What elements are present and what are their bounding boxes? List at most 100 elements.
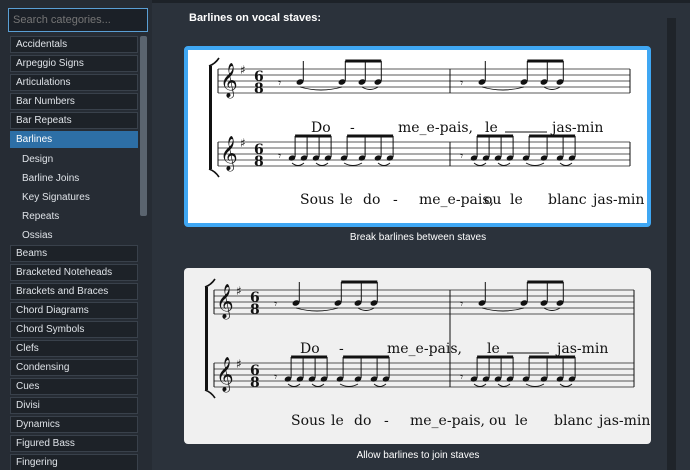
- tie: [481, 86, 525, 91]
- time-signature-denominator: 8: [250, 375, 260, 391]
- treble-clef-icon: 𝄞: [220, 63, 238, 99]
- eighth-rest-icon: 𝄾: [460, 76, 463, 90]
- lyric-syllable: le: [340, 192, 353, 208]
- category-arpeggio-signs[interactable]: Arpeggio Signs: [10, 55, 138, 72]
- lyric-syllable: Sous: [300, 192, 334, 208]
- bracket: [209, 66, 212, 169]
- main-scrollbar-track[interactable]: [667, 18, 676, 470]
- category-articulations[interactable]: Articulations: [10, 74, 138, 91]
- option-break-barlines[interactable]: 𝄞 ♯ 6 8 𝄾 𝄾 𝄞 ♯ 6 8 𝄾 𝄾 Do - me_e-pais, le jas-min Sous le…: [184, 46, 651, 227]
- search-categories-input[interactable]: [8, 8, 148, 32]
- lyric-syllable: me_e-pais,: [419, 192, 494, 208]
- category-cues[interactable]: Cues: [10, 378, 138, 395]
- time-signature-denominator: 8: [250, 302, 260, 318]
- tie: [481, 307, 525, 312]
- option-caption-join-barlines: Allow barlines to join staves: [356, 450, 480, 461]
- lyric-syllable: le: [331, 413, 344, 429]
- category-bracketed-noteheads[interactable]: Bracketed Noteheads: [10, 264, 138, 281]
- category-beams[interactable]: Beams: [10, 245, 138, 262]
- category-accidentals[interactable]: Accidentals: [10, 36, 138, 53]
- slur: [473, 383, 487, 387]
- option-allow-barlines-join[interactable]: 𝄞 ♯ 6 8 𝄾 𝄾 𝄞 ♯ 6 8 𝄾 𝄾 Do - me_e-pais, le jas-min Sous le…: [184, 268, 651, 444]
- lyric-syllable: -: [350, 120, 355, 136]
- slur: [497, 383, 511, 387]
- key-signature-sharp-icon: ♯: [240, 136, 246, 150]
- slur: [311, 383, 325, 387]
- slur: [343, 162, 363, 166]
- option-caption-break-barlines: Break barlines between staves: [349, 232, 487, 243]
- subcategory-ossias[interactable]: Ossias: [10, 226, 138, 245]
- category-divisi[interactable]: Divisi: [10, 397, 138, 414]
- lyric-syllable: -: [384, 413, 389, 429]
- category-chord-diagrams[interactable]: Chord Diagrams: [10, 302, 138, 319]
- slur: [473, 162, 487, 166]
- subcategory-barline-joins[interactable]: Barline Joins: [10, 169, 138, 188]
- key-signature-sharp-icon: ♯: [236, 284, 242, 298]
- slur: [559, 162, 573, 166]
- eighth-rest-icon: 𝄾: [460, 297, 463, 311]
- lyric-syllable: le: [510, 192, 523, 208]
- subcategory-key-signatures[interactable]: Key Signatures: [10, 188, 138, 207]
- lyric-syllable: blanc: [548, 192, 587, 208]
- lyric-syllable: le: [487, 341, 500, 357]
- lyric-syllable: -: [339, 341, 344, 357]
- slur: [339, 383, 359, 387]
- lyric-syllable: me_e-pais,: [398, 120, 473, 136]
- lyric-syllable: blanc: [554, 413, 593, 429]
- slur: [497, 162, 511, 166]
- eighth-rest-icon: 𝄾: [274, 370, 277, 384]
- music-example-break-barlines: 𝄞 ♯ 68 𝄾 𝄾𝄞 ♯ 68 𝄾 𝄾Do - me_e-pais, le jas-minSous le…: [208, 57, 644, 208]
- bracket-hook-top: [208, 57, 220, 67]
- category-bar-numbers[interactable]: Bar Numbers: [10, 93, 138, 110]
- subcategory-repeats[interactable]: Repeats: [10, 207, 138, 226]
- category-fingering[interactable]: Fingering: [10, 454, 138, 470]
- eighth-rest-icon: 𝄾: [274, 297, 277, 311]
- eighth-rest-icon: 𝄾: [460, 370, 463, 384]
- category-figured-bass[interactable]: Figured Bass: [10, 435, 138, 452]
- time-signature-denominator: 8: [254, 81, 264, 97]
- lyric-syllable: jas-min: [591, 192, 644, 208]
- eighth-rest-icon: 𝄾: [460, 149, 463, 163]
- tie: [299, 86, 343, 91]
- slur: [287, 383, 301, 387]
- category-sidebar: Accidentals Arpeggio Signs Articulations Ba…: [0, 0, 152, 470]
- lyric-syllable: jas-min: [550, 120, 603, 136]
- lyric-syllable: me_e-pais,: [410, 413, 485, 429]
- lyric-syllable: ou: [489, 413, 506, 429]
- options-panel: Barlines on vocal staves: 𝄞 ♯ 6 8 𝄾 𝄾 𝄞 ♯ 6 8 𝄾 𝄾 Do…: [152, 0, 690, 470]
- slur: [315, 162, 329, 166]
- bracket-hook-bottom: [204, 389, 216, 399]
- lyric-syllable: le: [485, 120, 498, 136]
- lyric-syllable: -: [393, 192, 398, 208]
- category-bar-repeats[interactable]: Bar Repeats: [10, 112, 138, 129]
- eighth-rest-icon: 𝄾: [278, 76, 281, 90]
- slur: [291, 162, 305, 166]
- slur: [373, 383, 387, 387]
- eighth-rest-icon: 𝄾: [278, 149, 281, 163]
- slur: [525, 383, 545, 387]
- lyric-syllable: Do: [311, 120, 331, 136]
- treble-clef-icon: 𝄞: [216, 357, 234, 393]
- slur: [525, 162, 545, 166]
- section-title: Barlines on vocal staves:: [189, 12, 322, 24]
- key-signature-sharp-icon: ♯: [240, 63, 246, 77]
- category-chord-symbols[interactable]: Chord Symbols: [10, 321, 138, 338]
- bracket: [205, 287, 208, 390]
- category-dynamics[interactable]: Dynamics: [10, 416, 138, 433]
- lyric-syllable: jas-min: [597, 413, 650, 429]
- tie: [295, 307, 339, 312]
- lyric-syllable: jas-min: [555, 341, 608, 357]
- category-clefs[interactable]: Clefs: [10, 340, 138, 357]
- category-list: Accidentals Arpeggio Signs Articulations Ba…: [10, 36, 138, 470]
- category-barlines[interactable]: Barlines: [10, 131, 138, 148]
- category-brackets-and-braces[interactable]: Brackets and Braces: [10, 283, 138, 300]
- treble-clef-icon: 𝄞: [220, 136, 238, 172]
- lyric-syllable: ou: [484, 192, 501, 208]
- treble-clef-icon: 𝄞: [216, 284, 234, 320]
- sidebar-scrollbar-thumb[interactable]: [140, 36, 147, 216]
- category-condensing[interactable]: Condensing: [10, 359, 138, 376]
- subcategory-design[interactable]: Design: [10, 150, 138, 169]
- lyric-syllable: le: [515, 413, 528, 429]
- lyric-syllable: do: [354, 413, 371, 429]
- bracket-hook-bottom: [208, 168, 220, 178]
